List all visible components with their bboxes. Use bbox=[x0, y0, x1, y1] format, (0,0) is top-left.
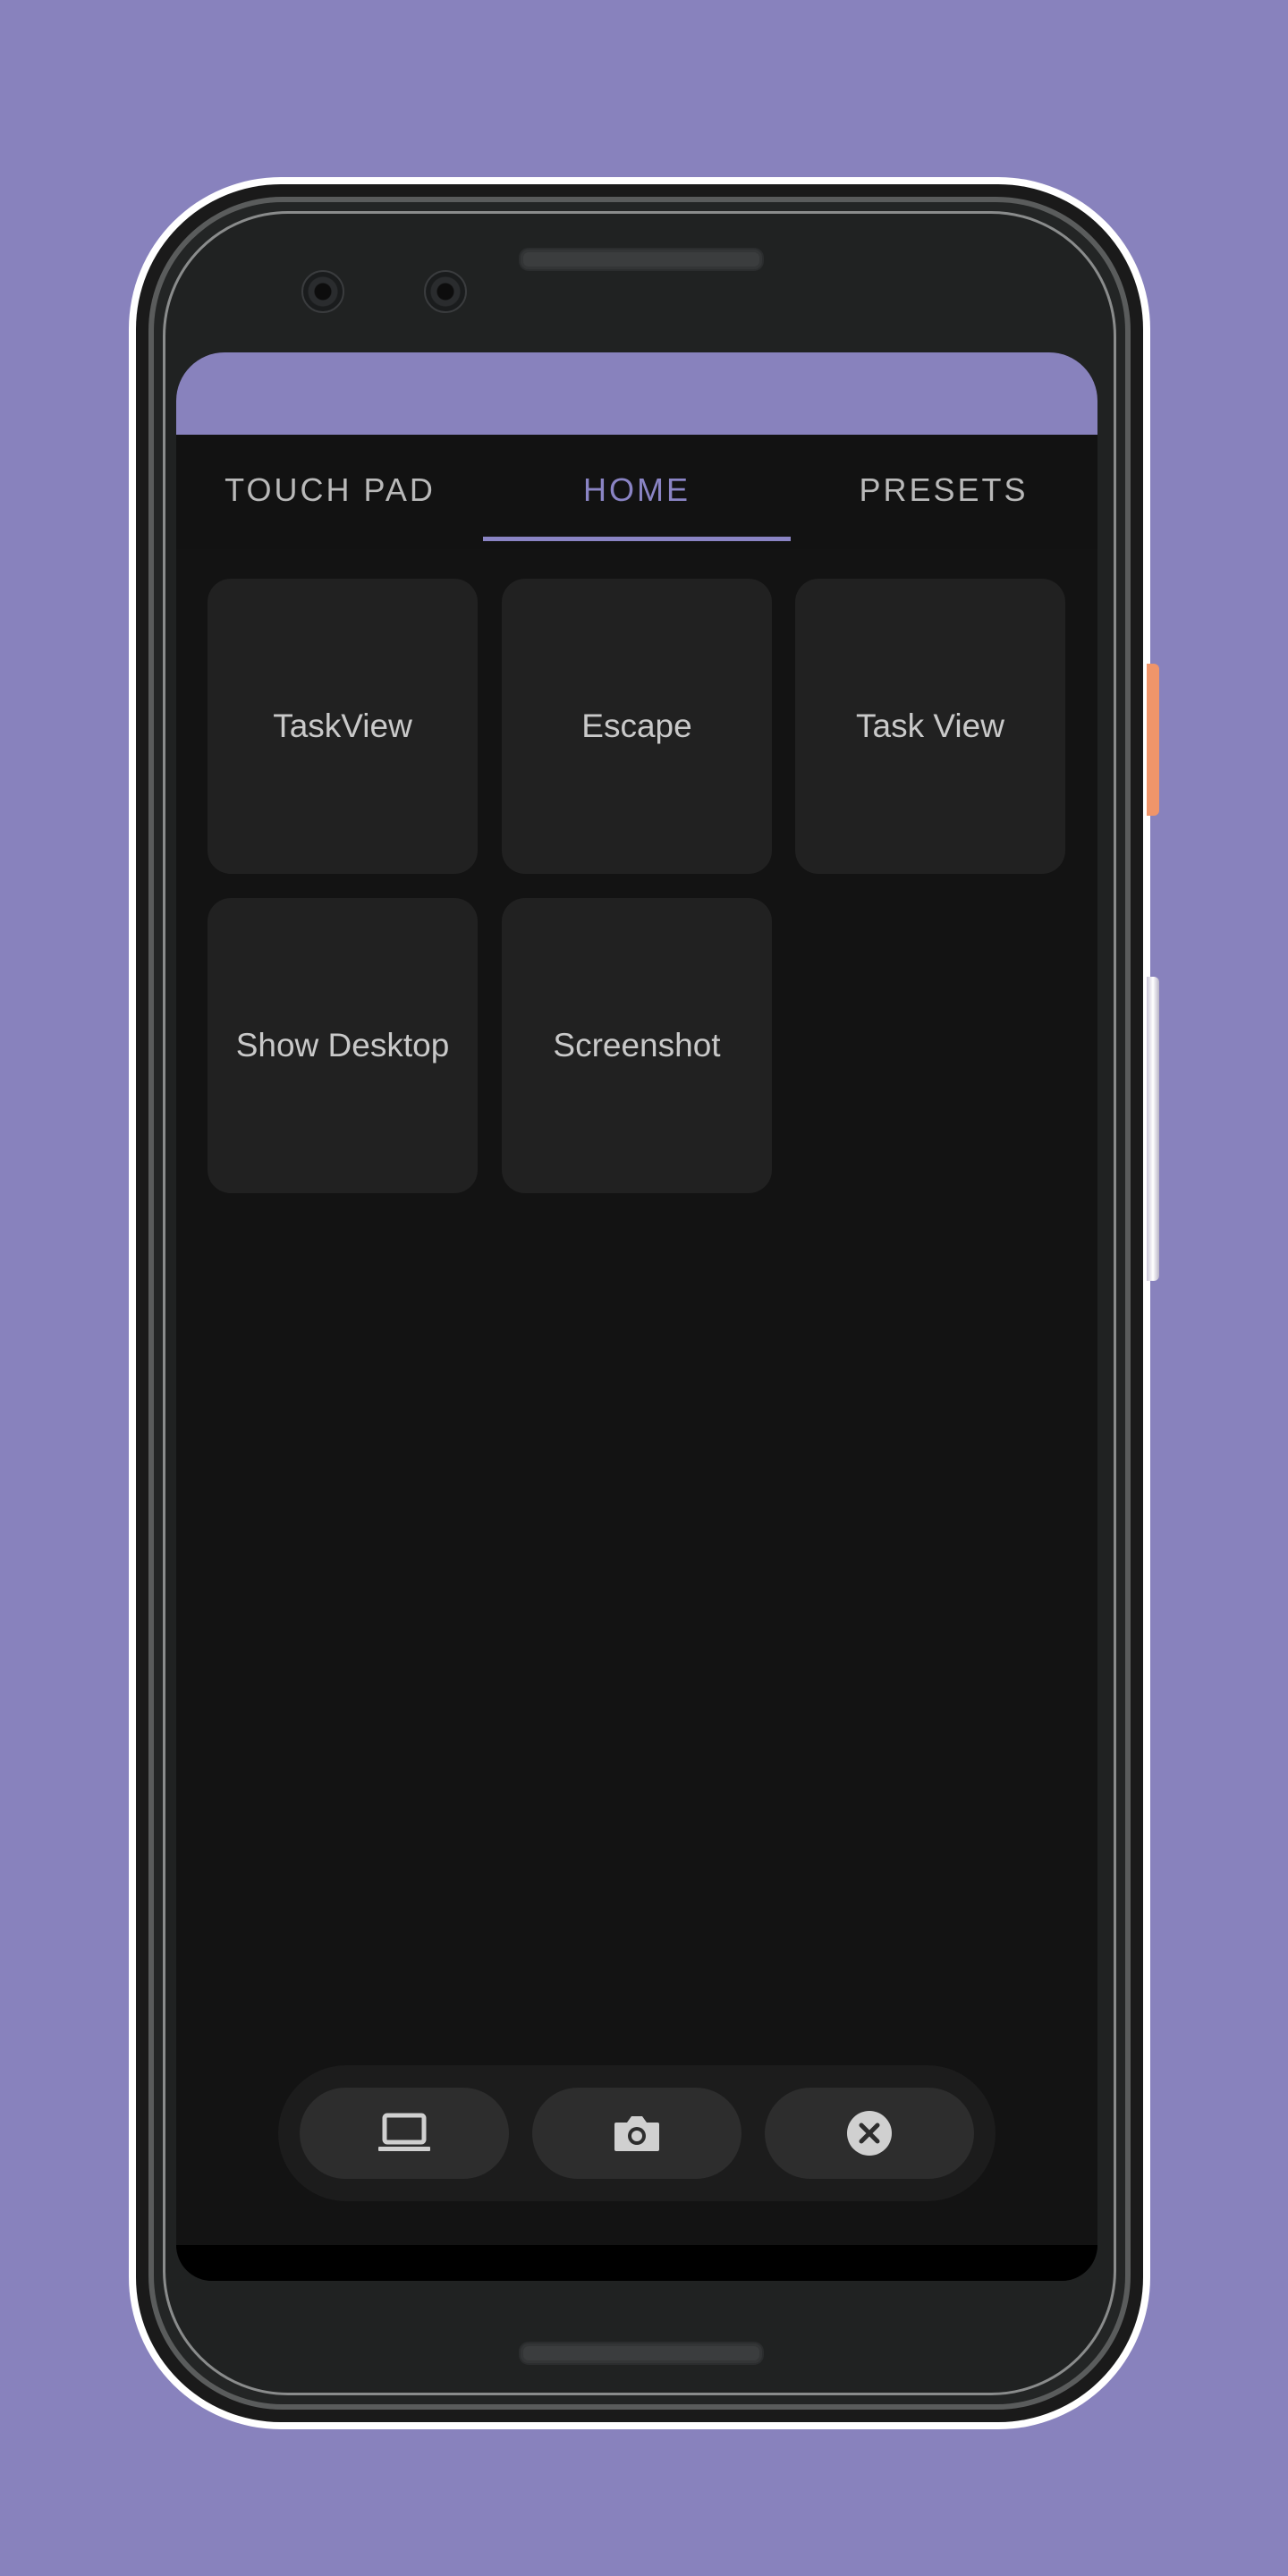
earpiece-speaker bbox=[519, 248, 764, 271]
shortcut-screenshot-button[interactable]: Screenshot bbox=[502, 898, 772, 1193]
front-camera-icon bbox=[301, 270, 344, 313]
bottom-speaker bbox=[519, 2342, 764, 2365]
navigation-bar bbox=[176, 2245, 1097, 2281]
shortcut-task-view-button[interactable]: Task View bbox=[795, 579, 1065, 874]
camera-icon bbox=[614, 2116, 659, 2151]
close-circle-icon bbox=[847, 2111, 892, 2156]
shortcut-escape-button[interactable]: Escape bbox=[502, 579, 772, 874]
shortcut-taskview-button[interactable]: TaskView bbox=[208, 579, 478, 874]
tab-home[interactable]: HOME bbox=[483, 435, 791, 546]
screenshot-camera-button[interactable] bbox=[532, 2088, 741, 2179]
laptop-icon bbox=[378, 2113, 430, 2151]
tab-presets[interactable]: PRESETS bbox=[790, 435, 1097, 546]
front-sensor-icon bbox=[424, 270, 467, 313]
disconnect-button[interactable] bbox=[765, 2088, 974, 2179]
tab-touch-pad[interactable]: TOUCH PAD bbox=[176, 435, 484, 546]
power-button bbox=[1147, 664, 1159, 816]
shortcut-show-desktop-button[interactable]: Show Desktop bbox=[208, 898, 478, 1193]
bottom-toolbar bbox=[278, 2065, 996, 2201]
laptop-button[interactable] bbox=[300, 2088, 509, 2179]
volume-button bbox=[1147, 977, 1159, 1281]
active-tab-indicator bbox=[483, 537, 791, 541]
status-bar bbox=[176, 352, 1097, 435]
tab-bar: TOUCH PAD HOME PRESETS bbox=[176, 435, 1097, 549]
app-screen: TOUCH PAD HOME PRESETS TaskView Escape T… bbox=[176, 352, 1097, 2281]
